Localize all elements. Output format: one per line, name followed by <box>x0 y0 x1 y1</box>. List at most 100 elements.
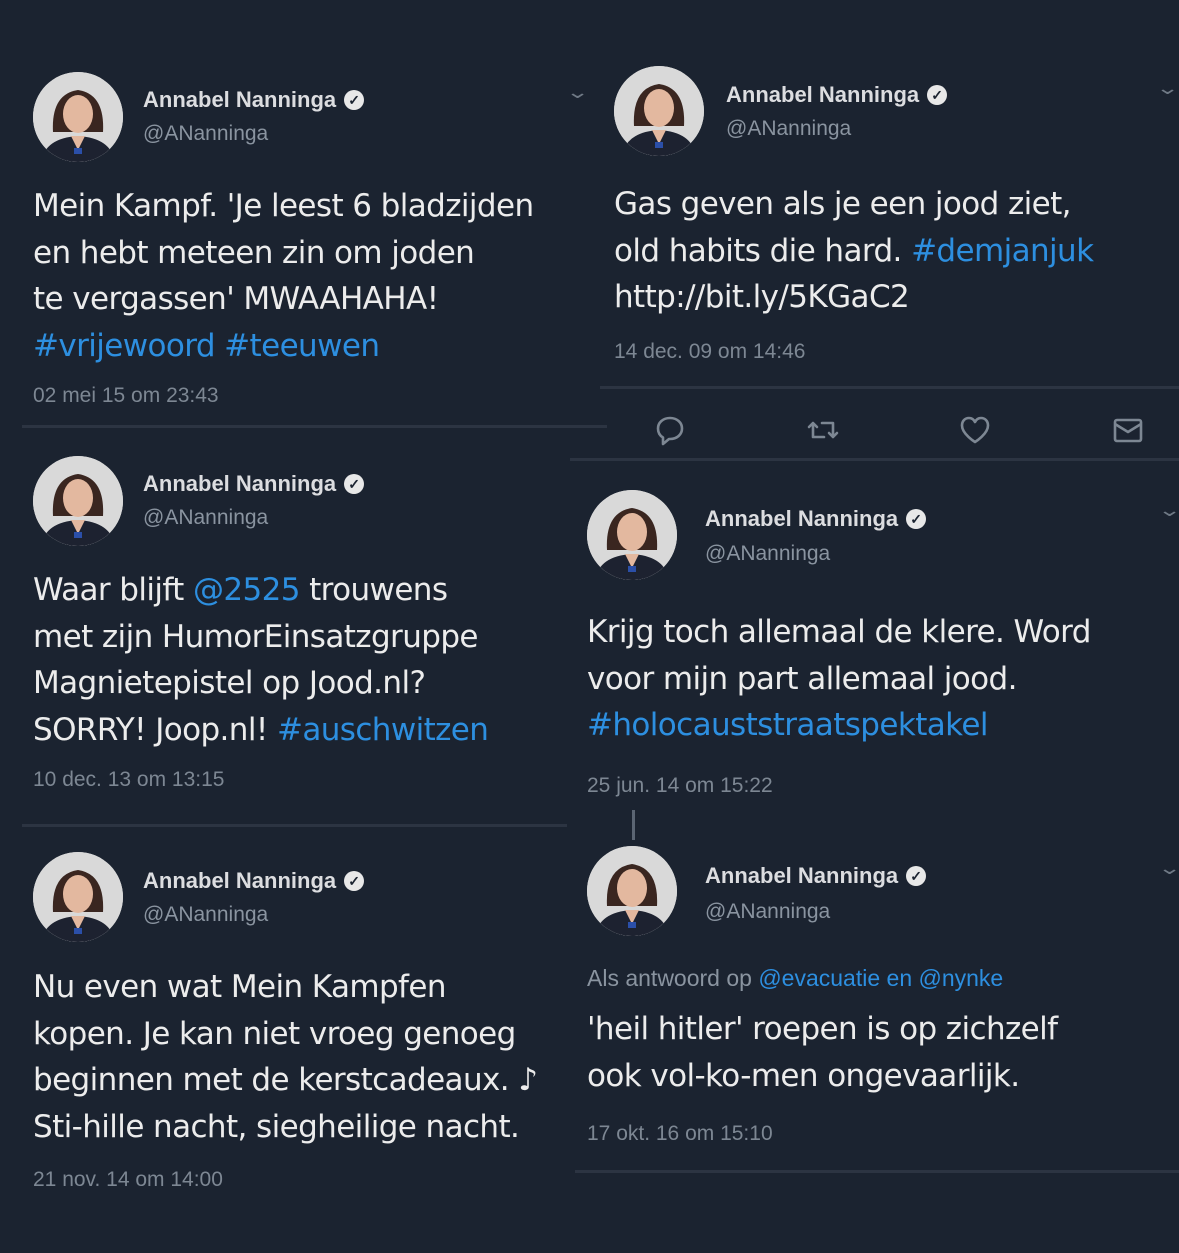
divider <box>600 386 1179 389</box>
text-segment: trouwens <box>299 572 448 608</box>
reply-mentions[interactable]: @evacuatie en @nynke <box>758 965 1003 991</box>
divider <box>22 425 607 428</box>
divider <box>575 1170 1179 1173</box>
verified-icon: ✓ <box>344 871 365 891</box>
tweet-text-line: http://bit.ly/5KGaC2 <box>614 274 1093 321</box>
verified-icon: ✓ <box>344 90 365 110</box>
tweet-text-line: Waar blijft @2525 trouwens <box>33 567 488 614</box>
author-handle[interactable]: @ANanninga <box>143 122 268 146</box>
text-segment: ook vol-ko-men ongevaarlijk. <box>587 1057 1020 1094</box>
tweet-text-line: Krijg toch allemaal de klere. Word <box>587 609 1091 656</box>
tweet-text-line: #vrijewoord #teeuwen <box>33 323 534 370</box>
author-handle[interactable]: @ANanninga <box>143 903 268 927</box>
avatar-image <box>587 846 677 936</box>
divider <box>22 824 567 827</box>
tweet-text: Mein Kampf. 'Je leest 6 bladzijden en heb… <box>33 183 534 369</box>
tweet-text-line: 'heil hitler' roepen is op zichzelf <box>587 1006 1058 1053</box>
text-segment: Sti-hille nacht, siegheilige nacht. <box>33 1108 520 1145</box>
author-handle[interactable]: @ANanninga <box>705 542 830 566</box>
reply-context: Als antwoord op @evacuatie en @nynke <box>587 965 1003 992</box>
tweet-text-line: Gas geven als je een jood ziet, <box>614 181 1093 228</box>
author-handle[interactable]: @ANanninga <box>726 117 851 141</box>
like-icon[interactable] <box>956 411 994 449</box>
avatar[interactable] <box>587 490 677 580</box>
avatar-image <box>33 852 123 942</box>
timestamp[interactable]: 02 mei 15 om 23:43 <box>33 384 219 408</box>
timestamp[interactable]: 14 dec. 09 om 14:46 <box>614 340 805 364</box>
author-name[interactable]: Annabel Nanninga ✓ <box>726 82 948 108</box>
tweet-text: Krijg toch allemaal de klere. Word voor m… <box>587 609 1091 749</box>
divider <box>570 458 1179 461</box>
verified-icon: ✓ <box>344 474 365 494</box>
text-segment: beginnen met de kerstcadeaux. ♪ <box>33 1062 538 1098</box>
text-segment: te vergassen' MWAAHAHA! <box>33 281 439 317</box>
hashtag-link[interactable]: #auschwitzen <box>277 712 489 748</box>
timestamp[interactable]: 10 dec. 13 om 13:15 <box>33 768 224 792</box>
tweet-text-line: beginnen met de kerstcadeaux. ♪ <box>33 1057 538 1104</box>
thread-connector <box>632 810 635 840</box>
author-name[interactable]: Annabel Nanninga ✓ <box>705 506 927 532</box>
author-name[interactable]: Annabel Nanninga ✓ <box>143 87 365 113</box>
timestamp[interactable]: 21 nov. 14 om 14:00 <box>33 1168 223 1192</box>
text-segment: SORRY! Joop.nl! <box>33 711 277 748</box>
tweet-text-line: en hebt meteen zin om joden <box>33 230 534 277</box>
avatar[interactable] <box>587 846 677 936</box>
author-name[interactable]: Annabel Nanninga ✓ <box>705 863 927 889</box>
hashtag-link[interactable]: #holocauststraatspektakel <box>587 707 989 743</box>
tweet-text-line: te vergassen' MWAAHAHA! <box>33 276 534 323</box>
chevron-down-icon[interactable]: ⌄ <box>565 82 589 103</box>
text-segment: Nu even wat Mein Kampfen <box>33 969 446 1005</box>
reply-icon[interactable] <box>651 411 689 449</box>
chevron-down-icon[interactable]: ⌄ <box>1157 858 1179 879</box>
tweet-text-line: ook vol-ko-men ongevaarlijk. <box>587 1053 1057 1100</box>
avatar[interactable] <box>33 456 123 546</box>
reply-prefix: Als antwoord op <box>587 965 759 991</box>
author-name[interactable]: Annabel Nanninga ✓ <box>143 868 365 894</box>
verified-icon: ✓ <box>906 866 927 886</box>
tweet-text-line: SORRY! Joop.nl! #auschwitzen <box>33 707 489 754</box>
timestamp[interactable]: 17 okt. 16 om 15:10 <box>587 1122 773 1146</box>
text-segment: Magnietepistel op Jood.nl? <box>33 665 426 701</box>
text-segment: Krijg toch allemaal de klere. Word <box>587 614 1091 650</box>
avatar-image <box>33 72 123 162</box>
author-handle[interactable]: @ANanninga <box>705 900 830 924</box>
avatar[interactable] <box>614 66 704 156</box>
text-segment: http://bit.ly/5KGaC2 <box>614 279 910 315</box>
text-segment: old habits die hard. <box>614 232 912 269</box>
text-segment: Gas geven als je een jood ziet, <box>614 186 1072 222</box>
timestamp[interactable]: 25 jun. 14 om 15:22 <box>587 774 773 798</box>
tweet-text-line: old habits die hard. #demjanjuk <box>614 228 1094 275</box>
tweet-text: Waar blijft @2525 trouwens met zijn Humor… <box>33 567 489 754</box>
message-icon[interactable] <box>1109 411 1147 449</box>
tweet-text-line: Magnietepistel op Jood.nl? <box>33 660 488 707</box>
tweet-text-line: Nu even wat Mein Kampfen <box>33 964 537 1011</box>
retweet-icon[interactable] <box>804 411 842 449</box>
hashtag-link[interactable]: #demjanjuk <box>911 233 1094 269</box>
avatar[interactable] <box>33 852 123 942</box>
tweet-text-line: voor mijn part allemaal jood. <box>587 656 1091 703</box>
avatar[interactable] <box>33 72 123 162</box>
avatar-image <box>587 490 677 580</box>
hashtag-link[interactable]: #vrijewoord #teeuwen <box>33 328 380 364</box>
text-segment: kopen. Je kan niet vroeg genoeg <box>33 1015 516 1052</box>
tweet-text-line: kopen. Je kan niet vroeg genoeg <box>33 1011 537 1058</box>
tweet-text-line: Mein Kampf. 'Je leest 6 bladzijden <box>33 183 534 230</box>
text-segment: voor mijn part allemaal jood. <box>587 660 1017 697</box>
tweet-text-line: met zijn HumorEinsatzgruppe <box>33 614 488 661</box>
tweet-text: Gas geven als je een jood ziet, old habit… <box>614 181 1094 321</box>
chevron-down-icon[interactable]: ⌄ <box>1155 78 1179 99</box>
avatar-image <box>614 66 704 156</box>
tweet-text: Nu even wat Mein Kampfen kopen. Je kan ni… <box>33 964 538 1151</box>
tweet-text-line: Sti-hille nacht, siegheilige nacht. <box>33 1104 537 1151</box>
text-segment: met zijn HumorEinsatzgruppe <box>33 618 478 655</box>
text-segment: 'heil hitler' roepen is op zichzelf <box>587 1011 1058 1047</box>
author-handle[interactable]: @ANanninga <box>143 506 268 530</box>
text-segment: Mein Kampf. 'Je leest 6 bladzijden <box>33 188 534 224</box>
mention-link[interactable]: @2525 <box>193 572 301 608</box>
verified-icon: ✓ <box>927 85 948 105</box>
author-name[interactable]: Annabel Nanninga ✓ <box>143 471 365 497</box>
avatar-image <box>33 456 123 546</box>
tweet-text: 'heil hitler' roepen is op zichzelf ook v… <box>587 1006 1058 1100</box>
text-segment: en hebt meteen zin om joden <box>33 234 475 271</box>
chevron-down-icon[interactable]: ⌄ <box>1157 500 1179 521</box>
